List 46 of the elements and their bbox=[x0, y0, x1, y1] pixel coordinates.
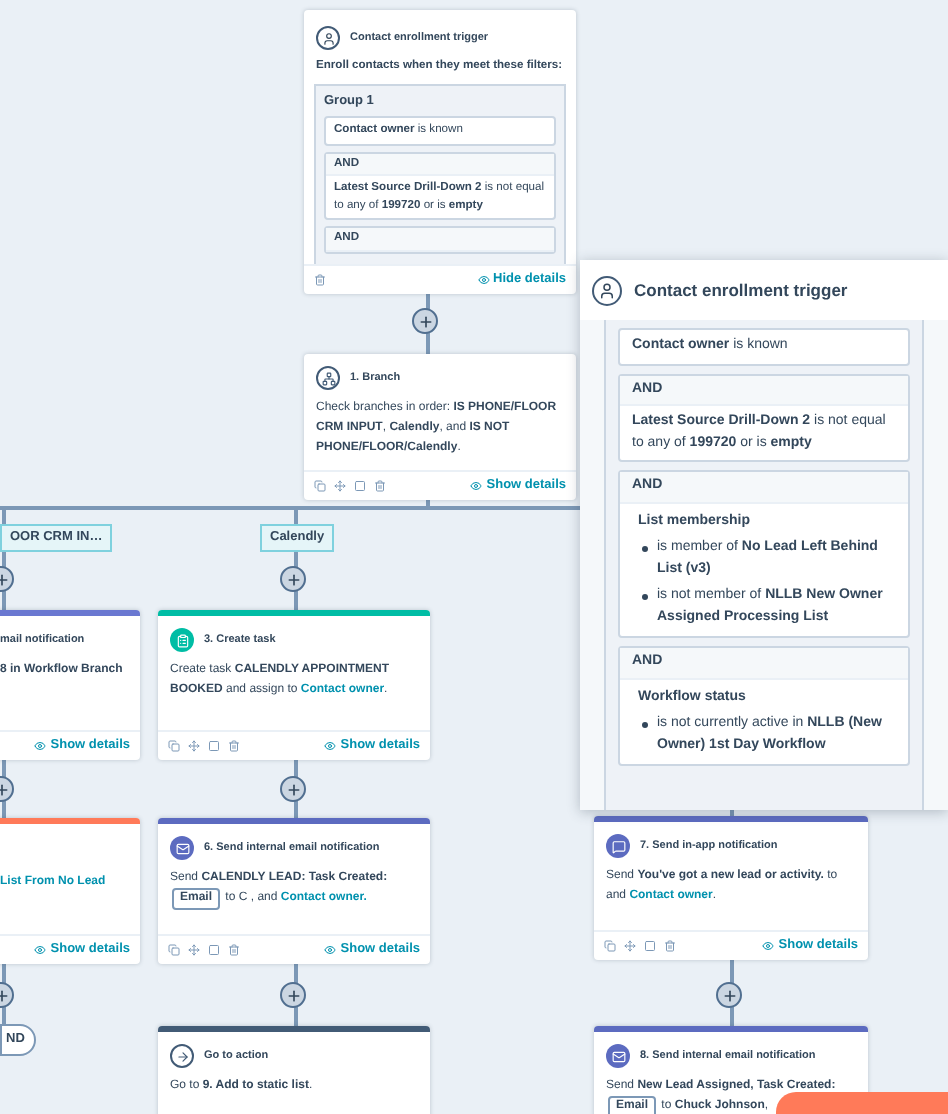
plus-icon bbox=[285, 781, 301, 797]
add-step-button[interactable] bbox=[412, 308, 438, 334]
delete-icon[interactable] bbox=[228, 944, 240, 956]
add-step-button[interactable] bbox=[280, 982, 306, 1008]
copy-icon[interactable] bbox=[604, 940, 616, 952]
copy-icon[interactable] bbox=[168, 740, 180, 752]
add-step-button[interactable] bbox=[280, 566, 306, 592]
delete-icon[interactable] bbox=[314, 274, 326, 286]
add-step-button[interactable] bbox=[716, 982, 742, 1008]
delete-icon[interactable] bbox=[664, 940, 676, 952]
message-icon bbox=[606, 834, 630, 858]
mail-icon bbox=[170, 836, 194, 860]
delete-icon[interactable] bbox=[228, 740, 240, 752]
delete-icon[interactable] bbox=[374, 480, 386, 492]
bullet-icon bbox=[642, 594, 647, 599]
plus-icon bbox=[721, 987, 737, 1003]
panel-title: Contact enrollment trigger bbox=[634, 277, 848, 303]
clone-icon[interactable] bbox=[208, 740, 220, 752]
move-icon[interactable] bbox=[188, 740, 200, 752]
plus-icon bbox=[417, 313, 433, 329]
plus-icon bbox=[285, 987, 301, 1003]
move-icon[interactable] bbox=[188, 944, 200, 956]
eye-icon bbox=[324, 944, 337, 956]
user-icon bbox=[316, 26, 340, 50]
move-icon[interactable] bbox=[624, 940, 636, 952]
bullet-icon bbox=[642, 722, 647, 727]
branch-icon bbox=[316, 366, 340, 390]
add-step-button[interactable] bbox=[280, 776, 306, 802]
copy-icon[interactable] bbox=[168, 944, 180, 956]
move-icon[interactable] bbox=[334, 480, 346, 492]
eye-icon bbox=[477, 274, 490, 286]
eye-icon bbox=[34, 944, 47, 956]
eye-icon bbox=[470, 480, 483, 492]
bullet-icon bbox=[642, 546, 647, 551]
copy-icon[interactable] bbox=[314, 480, 326, 492]
eye-icon bbox=[324, 740, 337, 752]
clipboard-icon bbox=[170, 628, 194, 652]
clone-icon[interactable] bbox=[644, 940, 656, 952]
eye-icon bbox=[762, 940, 775, 952]
clone-icon[interactable] bbox=[208, 944, 220, 956]
plus-icon bbox=[285, 571, 301, 587]
eye-icon bbox=[34, 740, 47, 752]
clone-icon[interactable] bbox=[354, 480, 366, 492]
promo-toast[interactable] bbox=[776, 1092, 948, 1114]
user-icon bbox=[592, 275, 622, 305]
mail-icon bbox=[606, 1044, 630, 1068]
